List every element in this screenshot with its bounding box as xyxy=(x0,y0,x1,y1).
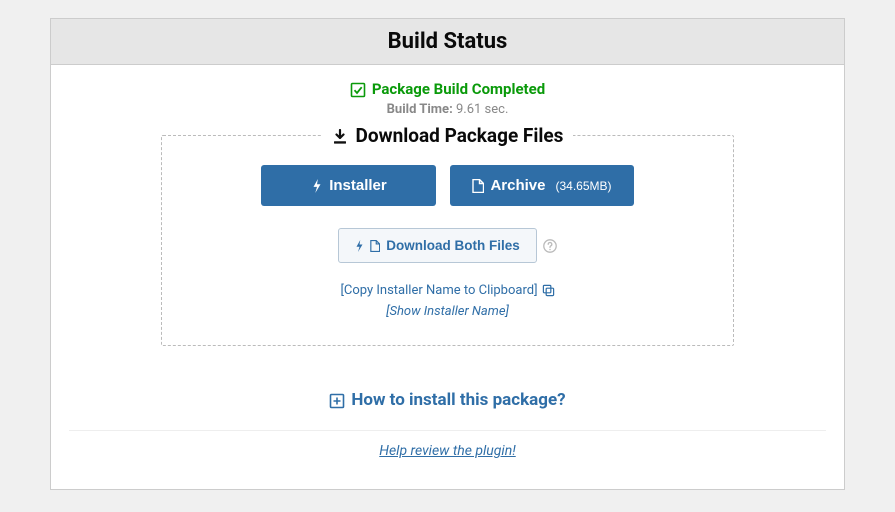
archive-button-label: Archive xyxy=(490,177,545,194)
build-status-panel: Build Status Package Build Completed Bui… xyxy=(50,18,845,490)
build-status-line: Package Build Completed xyxy=(350,80,545,98)
archive-button[interactable]: Archive (34.65MB) xyxy=(450,165,633,206)
download-both-button[interactable]: Download Both Files xyxy=(338,228,537,263)
review-plugin-link[interactable]: Help review the plugin! xyxy=(51,431,844,477)
show-installer-name-link[interactable]: [Show Installer Name] xyxy=(182,304,713,319)
bolt-icon xyxy=(355,238,364,253)
file-icon xyxy=(472,177,484,194)
copy-icon xyxy=(542,283,555,298)
copy-installer-name-text: [Copy Installer Name to Clipboard] xyxy=(340,283,537,298)
check-icon xyxy=(350,80,366,98)
build-status-text: Package Build Completed xyxy=(372,80,545,98)
help-icon[interactable] xyxy=(543,238,557,254)
download-icon xyxy=(332,124,348,147)
build-time-label: Build Time: xyxy=(387,102,453,117)
build-time: Build Time: 9.61 sec. xyxy=(51,102,844,117)
build-time-value: 9.61 sec. xyxy=(456,102,508,117)
download-both-label: Download Both Files xyxy=(386,238,520,253)
primary-button-row: Installer Archive (34.65MB) xyxy=(182,165,713,206)
how-to-install-label: How to install this package? xyxy=(351,390,565,410)
download-heading-text: Download Package Files xyxy=(356,124,564,147)
download-region: Download Package Files Installer Archive… xyxy=(161,135,734,346)
installer-button-label: Installer xyxy=(329,177,387,194)
how-to-install-toggle[interactable]: How to install this package? xyxy=(51,390,844,410)
plus-square-icon xyxy=(329,390,345,410)
copy-installer-name-link[interactable]: [Copy Installer Name to Clipboard] xyxy=(340,283,554,298)
archive-size: (34.65MB) xyxy=(556,179,612,193)
status-block: Package Build Completed Build Time: 9.61… xyxy=(51,65,844,123)
download-heading: Download Package Files xyxy=(322,124,574,147)
file-icon xyxy=(370,238,380,253)
bolt-icon xyxy=(311,177,323,194)
panel-title: Build Status xyxy=(51,19,844,65)
secondary-button-row: Download Both Files xyxy=(182,228,713,263)
installer-name-links: [Copy Installer Name to Clipboard] [Show… xyxy=(182,283,713,319)
installer-button[interactable]: Installer xyxy=(261,165,436,206)
